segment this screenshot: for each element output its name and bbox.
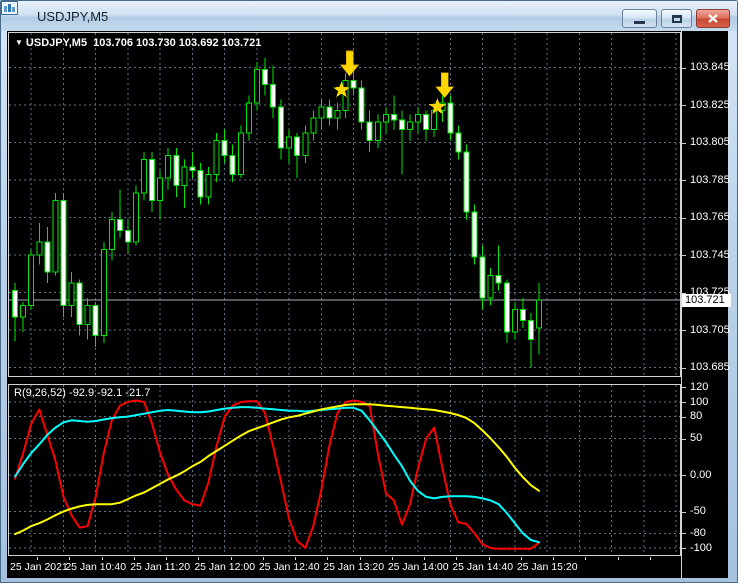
price-axis-label: 103.805 — [690, 136, 730, 149]
time-tick — [359, 557, 361, 560]
price-tick — [682, 330, 686, 332]
time-tick — [424, 557, 426, 560]
candles — [12, 58, 542, 368]
time-tick — [391, 557, 393, 560]
time-tick — [37, 557, 39, 560]
panel-splitter[interactable] — [8, 377, 681, 384]
time-axis-label: 25 Jan 11:20 — [130, 561, 191, 573]
chart-icon — [1, 1, 31, 23]
price-axis-label: 103.705 — [690, 323, 730, 336]
indicator-tick — [682, 416, 686, 418]
oscillator-line-R52 — [14, 403, 540, 536]
indicator-tick — [682, 387, 686, 389]
indicator-axis-label: 120 — [690, 380, 709, 393]
window-titlebar[interactable]: USDJPY,M5 — [1, 1, 737, 31]
indicator-axis-label: 0.00 — [690, 468, 712, 481]
time-axis[interactable]: 25 Jan 2021 25 Jan 10:40 25 Jan 11:20 25 Ja… — [8, 557, 684, 578]
time-tick — [101, 557, 103, 560]
time-axis-label: 25 Jan 10:40 — [65, 561, 127, 573]
down-arrow-icon — [339, 50, 360, 77]
indicator-panel[interactable]: R(9,26,52) -92.9 -92.1 -21.7 — [8, 384, 681, 556]
price-axis-label: 103.745 — [690, 248, 730, 261]
mt4-chart-window: USDJPY,M5 ▼ USDJPY,M5 103.706 103.730 103… — [0, 0, 738, 583]
restore-button[interactable] — [661, 9, 692, 28]
indicator-axis-label: -50 — [690, 505, 706, 517]
minimize-icon — [634, 20, 645, 24]
price-tick — [682, 255, 686, 257]
price-axis[interactable]: 103.721 103.845 103.825 103.805 103.785 103.… — [681, 31, 731, 578]
price-tick — [682, 217, 686, 219]
time-tick — [69, 557, 71, 560]
time-tick — [617, 557, 619, 560]
price-tick — [682, 105, 686, 107]
window-title: USDJPY,M5 — [37, 8, 109, 24]
time-tick — [133, 557, 135, 560]
indicator-tick — [682, 475, 686, 476]
time-axis-label: 25 Jan 14:00 — [387, 561, 449, 573]
indicator-tick — [682, 511, 686, 513]
price-tick — [682, 67, 686, 69]
indicator-axis-label: 80 — [690, 410, 703, 423]
time-tick — [230, 557, 232, 560]
time-tick — [198, 557, 200, 560]
indicator-axis-label: 50 — [690, 432, 703, 444]
price-tick — [682, 180, 686, 182]
ohlc-readout-line: ▼ USDJPY,M5 103.706 103.730 103.692 103.7… — [15, 37, 261, 49]
price-axis-label: 103.765 — [690, 211, 730, 224]
indicator-tick — [682, 533, 686, 535]
price-axis-label: 103.785 — [690, 173, 730, 186]
time-tick — [295, 557, 297, 560]
indicator-tick — [682, 438, 686, 440]
time-tick — [488, 557, 490, 560]
candlestick-chart — [9, 33, 680, 376]
time-axis-label: 25 Jan 12:40 — [258, 561, 320, 573]
down-arrow-icon — [435, 72, 455, 99]
indicator-axis-label: 100 — [690, 395, 709, 408]
symbol-dropdown-marker[interactable]: ▼ — [15, 38, 23, 47]
time-tick — [166, 557, 168, 560]
time-axis-label: 25 Jan 2021 — [10, 561, 68, 573]
minimize-button[interactable] — [622, 9, 657, 28]
time-tick — [262, 557, 264, 560]
price-axis-label: 103.845 — [690, 61, 730, 74]
time-tick — [585, 557, 587, 560]
price-axis-label: 103.825 — [690, 98, 730, 111]
window-controls — [622, 9, 730, 28]
price-tick — [682, 142, 686, 144]
time-tick — [520, 557, 522, 560]
restore-icon — [671, 14, 682, 23]
time-tick — [456, 557, 458, 560]
time-tick — [553, 557, 555, 560]
indicator-readout: R(9,26,52) -92.9 -92.1 -21.7 — [14, 387, 151, 399]
main-chart-panel[interactable]: ▼ USDJPY,M5 103.706 103.730 103.692 103.7… — [8, 32, 681, 377]
time-axis-label: 25 Jan 14:40 — [452, 561, 514, 573]
oscillator-chart — [9, 385, 680, 555]
indicator-tick — [682, 402, 686, 403]
chart-client-area: ▼ USDJPY,M5 103.706 103.730 103.692 103.7… — [7, 31, 731, 578]
ohlc-readout: USDJPY,M5 103.706 103.730 103.692 103.72… — [25, 37, 262, 49]
price-axis-label: 103.685 — [690, 361, 730, 374]
time-axis-label: 25 Jan 12:00 — [194, 561, 256, 573]
close-button[interactable] — [696, 9, 730, 28]
bid-price-box: 103.721 — [682, 293, 731, 307]
time-tick — [327, 557, 329, 560]
time-axis-label: 25 Jan 13:20 — [323, 561, 385, 573]
close-icon — [708, 14, 718, 23]
indicator-tick — [682, 548, 686, 549]
time-tick — [649, 557, 651, 560]
time-axis-label: 25 Jan 15:20 — [516, 561, 578, 573]
price-tick — [682, 367, 686, 369]
indicator-axis-label: -100 — [690, 541, 713, 554]
indicator-axis-label: -80 — [690, 526, 706, 539]
